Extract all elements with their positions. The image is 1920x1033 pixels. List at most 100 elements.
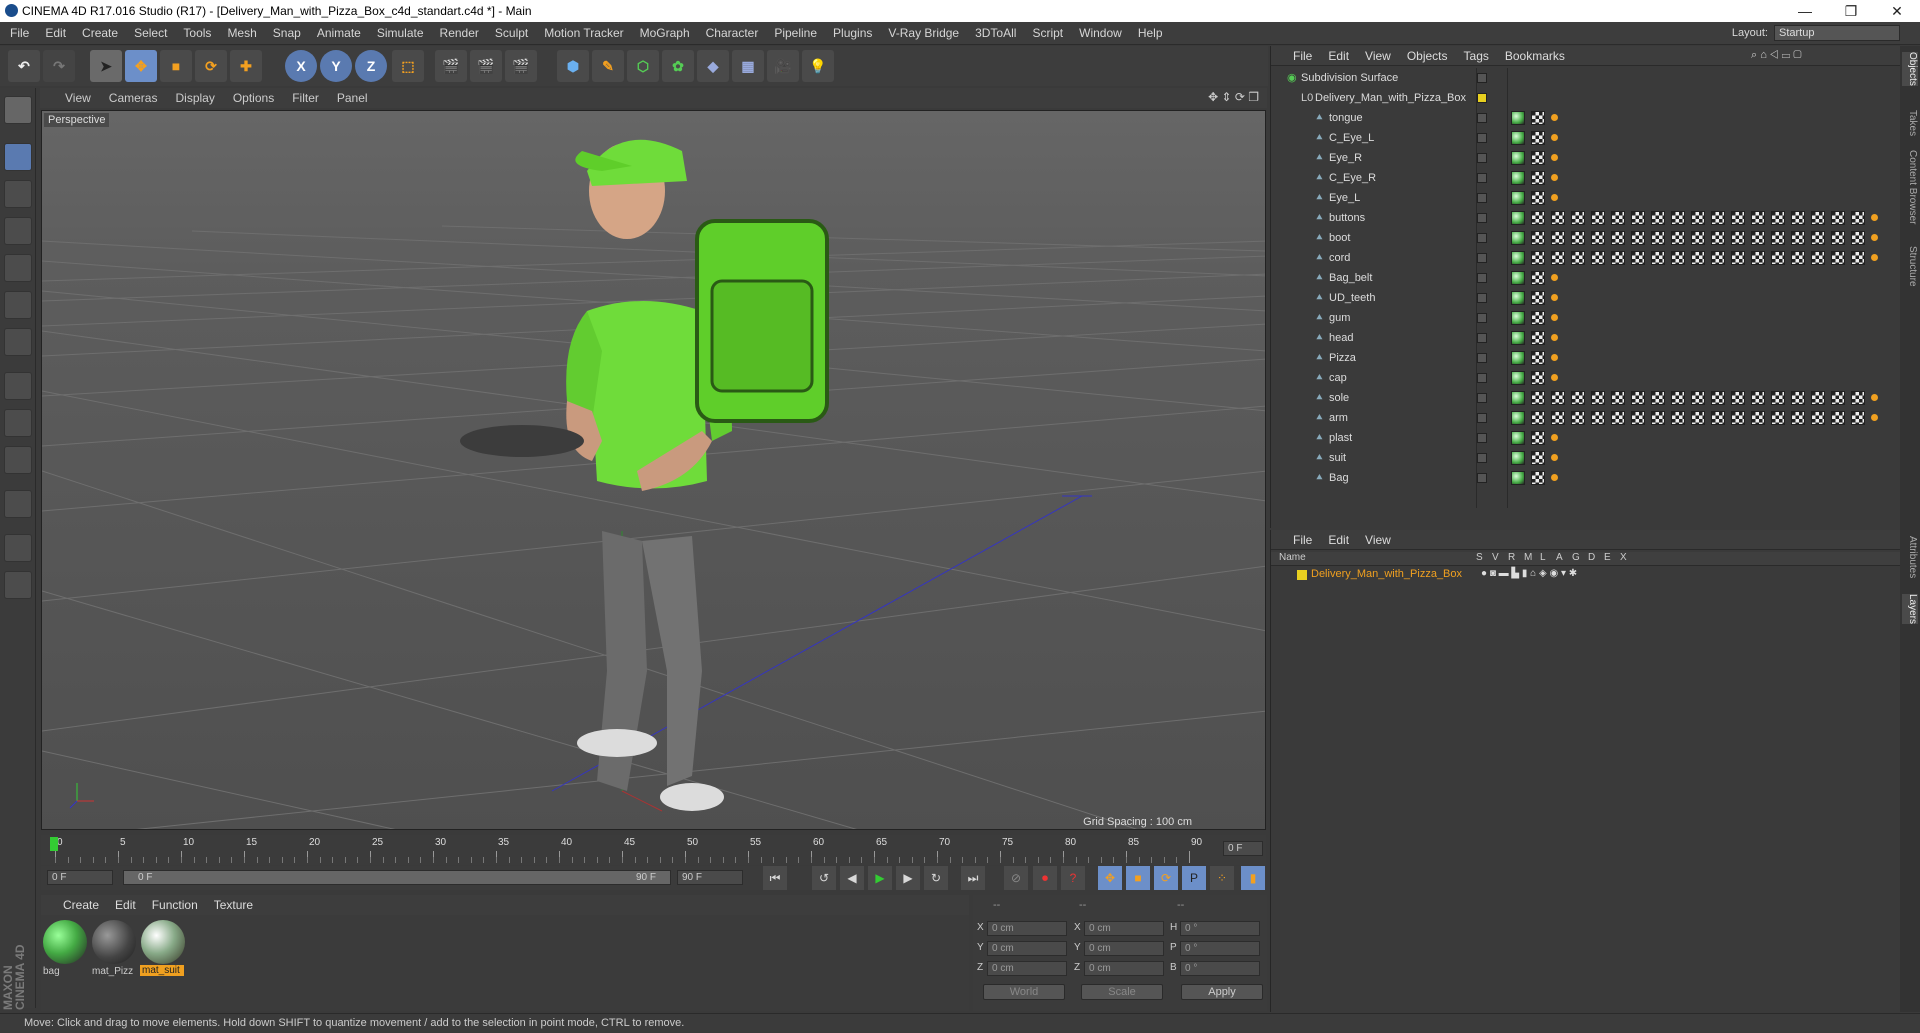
viewport-menu-panel[interactable]: Panel: [328, 88, 377, 108]
texture-tag-icon[interactable]: [1531, 191, 1545, 205]
texture-tag-icon[interactable]: [1811, 411, 1825, 425]
texture-tag-icon[interactable]: [1651, 391, 1665, 405]
texture-tag-icon[interactable]: [1531, 291, 1545, 305]
object-row-subdivision[interactable]: ◉ Subdivision Surface: [1271, 68, 1901, 88]
object-row[interactable]: ⯅ arm: [1271, 408, 1901, 428]
texture-tag-icon[interactable]: [1711, 251, 1725, 265]
texture-tag-icon[interactable]: [1571, 251, 1585, 265]
phong-tag-icon[interactable]: [1511, 451, 1525, 465]
layer-menu-file[interactable]: File: [1285, 530, 1320, 550]
object-name[interactable]: Eye_L: [1329, 188, 1360, 208]
object-name[interactable]: UD_teeth: [1329, 288, 1375, 308]
object-name[interactable]: boot: [1329, 228, 1350, 248]
object-name[interactable]: C_Eye_L: [1329, 128, 1374, 148]
texture-tag-icon[interactable]: [1591, 231, 1605, 245]
layer-menu-edit[interactable]: Edit: [1320, 530, 1357, 550]
texture-tag-icon[interactable]: [1611, 251, 1625, 265]
texture-tag-icon[interactable]: [1831, 231, 1845, 245]
visibility-toggle-icon[interactable]: [1477, 373, 1487, 383]
visibility-toggle-icon[interactable]: [1477, 153, 1487, 163]
edges-mode-icon[interactable]: [4, 291, 32, 319]
key-rotation-icon[interactable]: ⟳: [1154, 866, 1178, 890]
visibility-toggle-icon[interactable]: [1477, 433, 1487, 443]
object-row[interactable]: ⯅ plast: [1271, 428, 1901, 448]
object-name[interactable]: Bag: [1329, 468, 1349, 488]
menu-select[interactable]: Select: [126, 22, 175, 45]
start-frame-field[interactable]: 0 F: [47, 870, 113, 885]
visibility-toggle-icon[interactable]: [1477, 413, 1487, 423]
texture-tag-icon[interactable]: [1631, 411, 1645, 425]
texture-mode-icon[interactable]: [4, 180, 32, 208]
object-name[interactable]: arm: [1329, 408, 1348, 428]
object-menu-file[interactable]: File: [1285, 46, 1320, 66]
tab-structure[interactable]: Structure: [1902, 246, 1918, 287]
texture-tag-icon[interactable]: [1751, 411, 1765, 425]
texture-tag-icon[interactable]: [1531, 251, 1545, 265]
object-name[interactable]: Delivery_Man_with_Pizza_Box: [1315, 88, 1466, 108]
rotate-tool-button[interactable]: ⟳: [195, 50, 227, 82]
tweak-mode-icon[interactable]: [4, 409, 32, 437]
texture-tag-icon[interactable]: [1611, 211, 1625, 225]
playhead[interactable]: [50, 837, 58, 851]
visibility-toggle-icon[interactable]: [1477, 133, 1487, 143]
visibility-toggle-icon[interactable]: [1477, 113, 1487, 123]
object-name[interactable]: tongue: [1329, 108, 1363, 128]
visibility-toggle-icon[interactable]: [1477, 233, 1487, 243]
menu-motion-tracker[interactable]: Motion Tracker: [536, 22, 631, 45]
viewport-nav-icons[interactable]: ✥ ⇕ ⟳ ❐: [1208, 90, 1259, 104]
close-button[interactable]: ✕: [1874, 0, 1920, 22]
coord-value-field[interactable]: 0 cm: [987, 941, 1067, 956]
texture-tag-icon[interactable]: [1531, 371, 1545, 385]
object-row[interactable]: ⯅ cord: [1271, 248, 1901, 268]
texture-tag-icon[interactable]: [1571, 411, 1585, 425]
play-button[interactable]: ▶: [868, 866, 892, 890]
viewport-menu-display[interactable]: Display: [166, 88, 223, 108]
goto-end-button[interactable]: ⏭: [961, 866, 985, 890]
texture-tag-icon[interactable]: [1531, 131, 1545, 145]
goto-start-button[interactable]: ⏮: [763, 866, 787, 890]
texture-tag-icon[interactable]: [1591, 251, 1605, 265]
texture-tag-icon[interactable]: [1831, 211, 1845, 225]
layer-name[interactable]: Delivery_Man_with_Pizza_Box: [1311, 568, 1462, 580]
texture-tag-icon[interactable]: [1651, 231, 1665, 245]
transform-tool-button[interactable]: ✚: [230, 50, 262, 82]
texture-tag-icon[interactable]: [1631, 391, 1645, 405]
texture-tag-icon[interactable]: [1551, 251, 1565, 265]
layer-row[interactable]: Delivery_Man_with_Pizza_Box ● ◙ ▬ ▙ ▮ ⌂ …: [1271, 567, 1901, 583]
texture-tag-icon[interactable]: [1611, 231, 1625, 245]
texture-tag-icon[interactable]: [1671, 251, 1685, 265]
texture-tag-icon[interactable]: [1851, 211, 1865, 225]
texture-tag-icon[interactable]: [1771, 391, 1785, 405]
undo-button[interactable]: ↶: [8, 50, 40, 82]
object-menu-edit[interactable]: Edit: [1320, 46, 1357, 66]
record-keys-icon[interactable]: ⏺: [1033, 866, 1057, 890]
texture-tag-icon[interactable]: [1671, 231, 1685, 245]
texture-tag-icon[interactable]: [1531, 351, 1545, 365]
texture-tag-icon[interactable]: [1531, 331, 1545, 345]
menu-file[interactable]: File: [2, 22, 37, 45]
phong-tag-icon[interactable]: [1511, 371, 1525, 385]
x-axis-button[interactable]: X: [285, 50, 317, 82]
object-name[interactable]: Pizza: [1329, 348, 1356, 368]
texture-tag-icon[interactable]: [1531, 471, 1545, 485]
coord-value-field[interactable]: 0 cm: [1084, 921, 1164, 936]
visibility-toggle-icon[interactable]: [1477, 213, 1487, 223]
texture-tag-icon[interactable]: [1671, 211, 1685, 225]
visibility-toggle-icon[interactable]: [1477, 313, 1487, 323]
key-scale-icon[interactable]: ■: [1126, 866, 1150, 890]
texture-tag-icon[interactable]: [1851, 411, 1865, 425]
object-menu-bookmarks[interactable]: Bookmarks: [1497, 46, 1573, 66]
texture-tag-icon[interactable]: [1591, 391, 1605, 405]
object-row[interactable]: ⯅ C_Eye_L: [1271, 128, 1901, 148]
texture-tag-icon[interactable]: [1751, 231, 1765, 245]
workplane-mode-icon[interactable]: [4, 217, 32, 245]
texture-tag-icon[interactable]: [1791, 231, 1805, 245]
object-row[interactable]: ⯅ UD_teeth: [1271, 288, 1901, 308]
object-row-group[interactable]: L0 Delivery_Man_with_Pizza_Box: [1271, 88, 1901, 108]
texture-tag-icon[interactable]: [1731, 391, 1745, 405]
move-tool-button[interactable]: ✥: [125, 50, 157, 82]
phong-tag-icon[interactable]: [1511, 151, 1525, 165]
object-name[interactable]: Bag_belt: [1329, 268, 1372, 288]
object-row[interactable]: ⯅ Eye_L: [1271, 188, 1901, 208]
object-row[interactable]: ⯅ gum: [1271, 308, 1901, 328]
